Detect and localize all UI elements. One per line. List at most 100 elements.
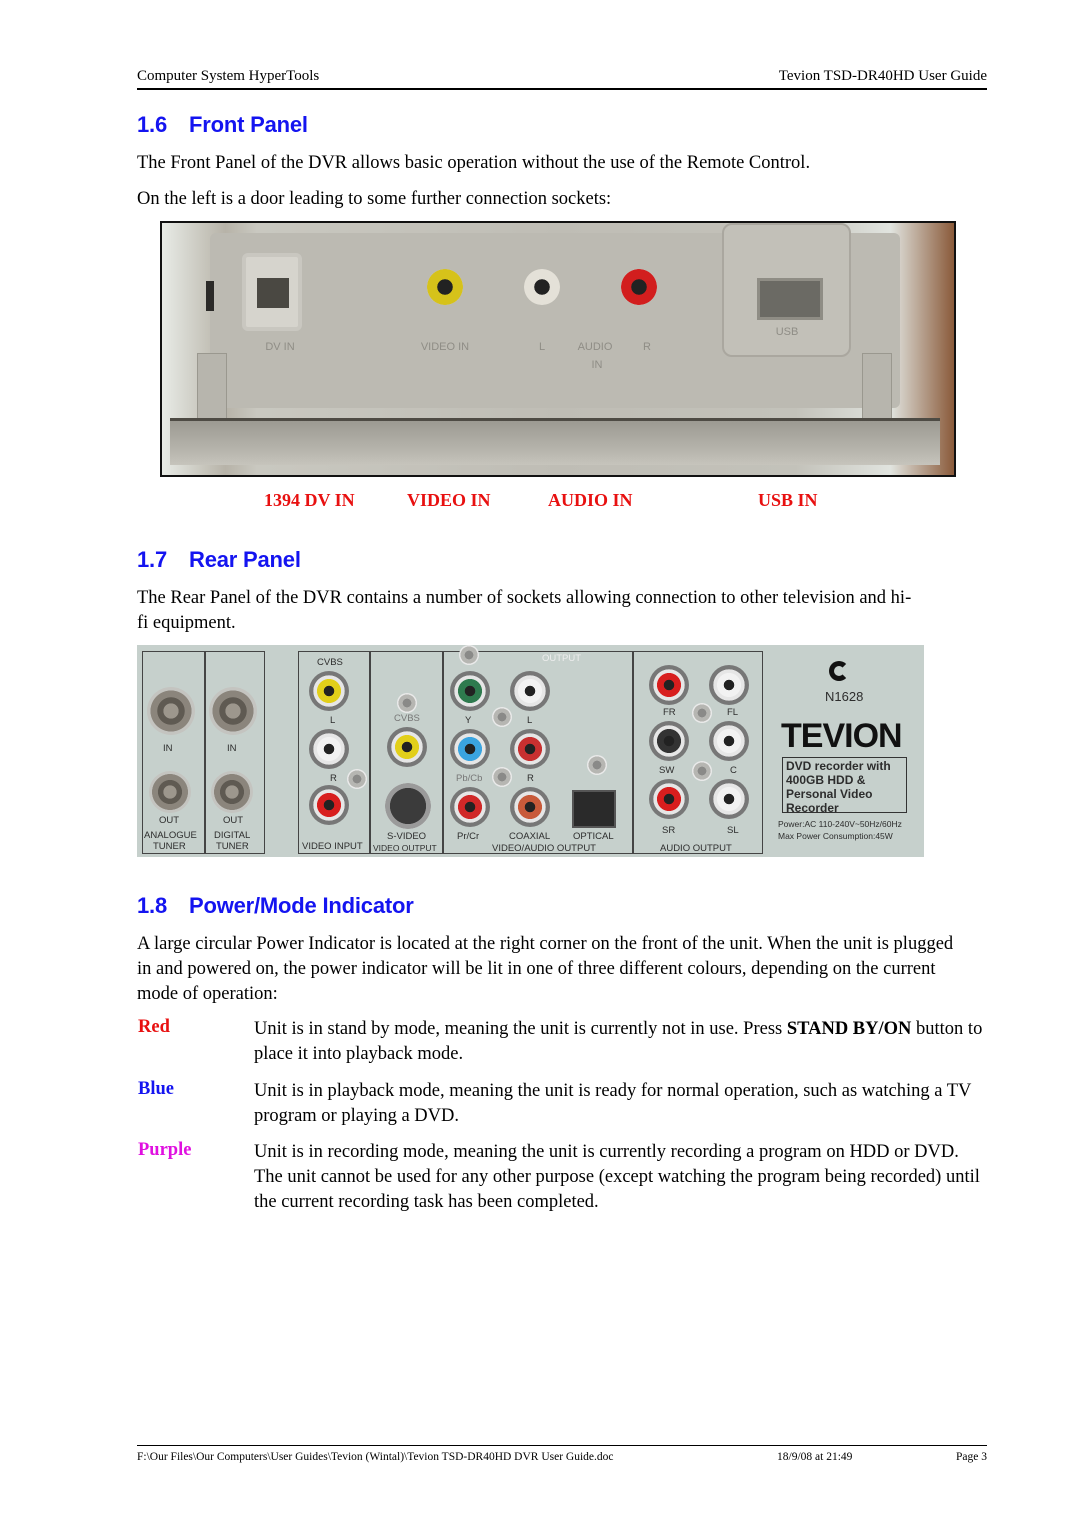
- video-input-cvbs-label: CVBS: [317, 657, 343, 668]
- photo-label-video-in: VIDEO IN: [420, 341, 470, 353]
- photo-label-audio: AUDIO: [577, 341, 613, 353]
- audio-out-r-label: R: [527, 773, 534, 784]
- section-number: 1.6: [137, 112, 167, 137]
- page-header: Computer System HyperTools Tevion TSD-DR…: [137, 66, 987, 90]
- photo-label-l: L: [538, 341, 546, 353]
- video-output-cvbs-jack: [387, 727, 427, 767]
- analogue-tuner-label-2: TUNER: [153, 841, 186, 852]
- analogue-in-label: IN: [163, 743, 173, 754]
- audio-fr-label: FR: [663, 707, 676, 718]
- photo-label-usb: USB: [775, 326, 799, 338]
- video-output-label: VIDEO OUTPUT: [373, 843, 437, 853]
- component-pr-jack: [450, 787, 490, 827]
- screw: [397, 693, 417, 713]
- audio-sl-jack: [709, 779, 749, 819]
- audio-sw-label: SW: [659, 765, 675, 776]
- photo-label-dv-in: DV IN: [265, 341, 295, 353]
- analogue-out-coax: [149, 771, 191, 813]
- max-power: Max Power Consumption:45W: [778, 831, 893, 841]
- s-video-jack: [385, 783, 431, 829]
- power-indicator-paragraph: A large circular Power Indicator is loca…: [137, 934, 954, 1004]
- front-panel-paragraph-2: On the left is a door leading to some fu…: [137, 189, 612, 209]
- standby-button-name: STAND BY/ON: [786, 1019, 912, 1039]
- header-left: Computer System HyperTools: [137, 68, 320, 84]
- rear-panel-photo: IN IN OUT OUT ANALOGUE TUNER DIGITAL TUN…: [137, 645, 924, 857]
- rear-panel-paragraph: The Rear Panel of the DVR contains a num…: [137, 588, 912, 633]
- mode-blue-label: Blue: [138, 1079, 174, 1099]
- s-video-label: S-VIDEO: [387, 831, 427, 842]
- port-label-usb-in: USB IN: [758, 490, 818, 510]
- analogue-out-label: OUT: [159, 815, 180, 826]
- video-input-l-label: L: [330, 715, 336, 726]
- footer-date: 18/9/08 at 21:49: [777, 1451, 853, 1463]
- component-pb-label: Pb/Cb: [456, 773, 483, 784]
- spec-line: 400GB HDD &: [786, 773, 866, 787]
- photo-label-in: IN: [591, 359, 603, 371]
- video-in-jack-yellow: [427, 269, 463, 305]
- audio-c-label: C: [730, 765, 737, 776]
- va-output-top-label: OUTPUT: [542, 653, 582, 664]
- component-y-jack: [450, 671, 490, 711]
- audio-out-l-label: L: [527, 715, 533, 726]
- certification-logo-icon: [829, 661, 849, 681]
- port-label-audio-in: AUDIO IN: [548, 490, 633, 510]
- digital-out-label: OUT: [223, 815, 244, 826]
- video-input-r-jack: [309, 785, 349, 825]
- spec-line: Personal Video: [786, 787, 873, 801]
- mode-red-description: Unit is in stand by mode, meaning the un…: [254, 1017, 984, 1067]
- digital-tuner-label-2: TUNER: [216, 841, 249, 852]
- port-label-dv-in: 1394 DV IN: [264, 490, 355, 510]
- component-y-label: Y: [465, 715, 472, 726]
- spec-line: Recorder: [786, 801, 839, 815]
- audio-sr-label: SR: [662, 825, 676, 836]
- header-right: Tevion TSD-DR40HD User Guide: [778, 68, 987, 84]
- section-number: 1.7: [137, 547, 167, 572]
- screw: [492, 707, 512, 727]
- screw: [459, 645, 479, 665]
- tevion-logo: TEVION: [781, 717, 903, 755]
- model-number: N1628: [825, 689, 864, 704]
- spec-line: DVD recorder with: [786, 759, 891, 773]
- power-rating: Power:AC 110-240V~50Hz/60Hz: [778, 819, 902, 829]
- video-input-label: VIDEO INPUT: [302, 841, 363, 852]
- coaxial-label: COAXIAL: [509, 831, 551, 842]
- audio-output-label: AUDIO OUTPUT: [660, 843, 732, 854]
- digital-tuner-label-1: DIGITAL: [214, 830, 251, 841]
- audio-fr-jack: [649, 665, 689, 705]
- section-number: 1.8: [137, 893, 167, 918]
- screw: [692, 761, 712, 781]
- analogue-in-coax: [147, 687, 195, 735]
- mode-purple-description: Unit is in recording mode, meaning the u…: [254, 1142, 980, 1212]
- digital-out-coax: [211, 771, 253, 813]
- audio-in-right-jack-red: [621, 269, 657, 305]
- video-input-cvbs-jack: [309, 671, 349, 711]
- video-output-cvbs-label: CVBS: [394, 713, 420, 724]
- heading-rear-panel: 1.7 Rear Panel: [137, 547, 301, 573]
- heading-front-panel: 1.6 Front Panel: [137, 112, 308, 138]
- audio-fl-jack: [709, 665, 749, 705]
- audio-sl-label: SL: [727, 825, 739, 836]
- port-label-video-in: VIDEO IN: [407, 490, 491, 510]
- mode-red-text: Unit is in stand by mode, meaning the un…: [254, 1019, 787, 1039]
- video-input-r-label: R: [330, 773, 337, 784]
- va-output-label: VIDEO/AUDIO OUTPUT: [492, 843, 596, 854]
- section-title: Power/Mode Indicator: [189, 893, 414, 918]
- digital-in-label: IN: [227, 743, 237, 754]
- analogue-tuner-label-1: ANALOGUE: [144, 830, 197, 841]
- front-panel-photo: DV IN VIDEO IN L AUDIO R IN USB: [160, 221, 956, 477]
- audio-c-jack: [709, 721, 749, 761]
- audio-sr-jack: [649, 779, 689, 819]
- optical-label: OPTICAL: [573, 831, 614, 842]
- optical-port: [572, 790, 616, 828]
- firewire-port: [257, 278, 289, 308]
- screw: [492, 767, 512, 787]
- page-footer: F:\Our Files\Our Computers\User Guides\T…: [137, 1445, 987, 1463]
- audio-out-l-jack: [510, 671, 550, 711]
- front-door-flap: [170, 418, 940, 465]
- component-pr-label: Pr/Cr: [457, 831, 480, 842]
- door-slot: [206, 281, 214, 311]
- footer-page-number: Page 3: [956, 1451, 987, 1463]
- front-panel-paragraph-1: The Front Panel of the DVR allows basic …: [137, 153, 811, 173]
- audio-in-left-jack-white: [524, 269, 560, 305]
- screw: [587, 755, 607, 775]
